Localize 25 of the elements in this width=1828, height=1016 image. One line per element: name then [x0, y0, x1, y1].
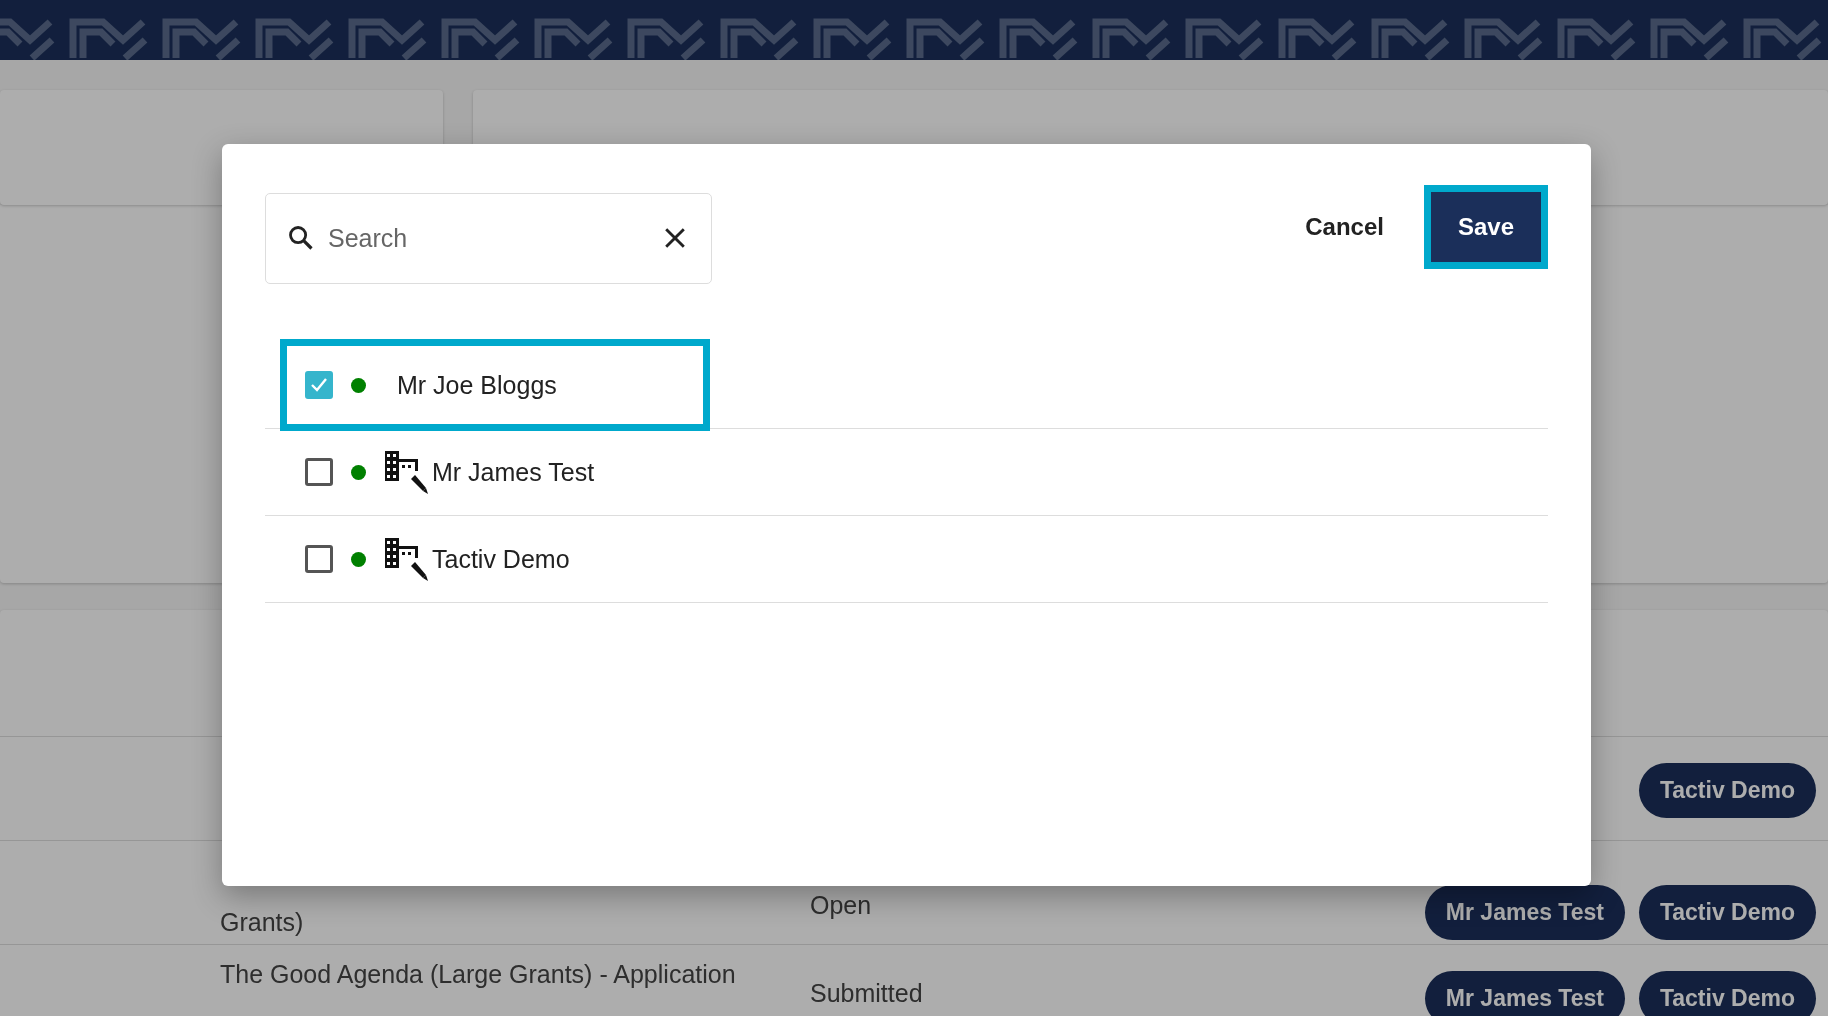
building-pencil-icon: [384, 536, 428, 582]
item-name: Tactiv Demo: [432, 544, 570, 574]
status-text: Submitted: [810, 979, 923, 1007]
list-item[interactable]: Mr Joe Bloggs: [283, 342, 707, 428]
item-name: Mr James Test: [432, 457, 595, 487]
checkbox[interactable]: [305, 371, 333, 399]
assignee-chip[interactable]: Tactiv Demo: [1638, 885, 1816, 940]
list-item[interactable]: Tactiv Demo: [305, 516, 570, 602]
building-pencil-icon: [384, 449, 428, 495]
status-text: Open: [810, 891, 872, 919]
item-name: Mr Joe Bloggs: [397, 370, 557, 400]
cancel-button[interactable]: Cancel: [1289, 191, 1400, 263]
checkbox[interactable]: [305, 458, 333, 486]
checkbox[interactable]: [305, 545, 333, 573]
assignee-chip[interactable]: Tactiv Demo: [1638, 971, 1816, 1016]
table-cell: The Good Agenda (Large Grants) - Application: [220, 960, 736, 988]
assignee-chip[interactable]: Mr James Test: [1424, 885, 1625, 940]
list-item[interactable]: Mr James Test: [305, 429, 595, 515]
close-icon[interactable]: [664, 227, 686, 249]
save-button[interactable]: Save: [1423, 185, 1548, 269]
assignee-chip[interactable]: Mr James Test: [1424, 971, 1625, 1016]
table-cell: Grants): [220, 908, 304, 936]
assignee-chip[interactable]: Tactiv Demo: [1638, 763, 1816, 818]
search-icon: [287, 224, 315, 252]
search-field[interactable]: Search: [265, 193, 712, 284]
